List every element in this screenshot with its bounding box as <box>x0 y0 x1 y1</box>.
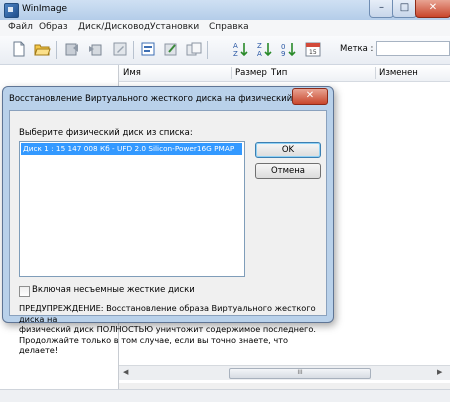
warning-line: физический диск ПОЛНОСТЬЮ уничтожит соде… <box>19 324 316 334</box>
dialog-body: Выберите физический диск из списка: Диск… <box>9 110 327 355</box>
scroll-left-icon[interactable]: ◀ <box>123 368 128 376</box>
column-name[interactable]: Имя <box>123 68 141 78</box>
maximize-button[interactable]: □ <box>392 0 417 18</box>
horizontal-scrollbar[interactable]: ◀ III ▶ <box>119 365 450 380</box>
label-caption: Метка : <box>340 44 374 54</box>
svg-text:Z: Z <box>257 42 262 50</box>
include-fixed-disks-label[interactable]: Включая несъемные жесткие диски <box>32 285 195 295</box>
menu-help[interactable]: Справка <box>209 22 249 32</box>
close-button[interactable]: ✕ <box>415 0 450 18</box>
minimize-button[interactable]: – <box>369 0 394 18</box>
column-size[interactable]: Размер <box>235 68 267 78</box>
include-fixed-disks-checkbox[interactable] <box>19 286 30 297</box>
dialog-title: Восстановление Виртуального жесткого дис… <box>9 94 315 104</box>
menu-image[interactable]: Образ <box>39 22 68 32</box>
delete-icon[interactable] <box>162 40 180 58</box>
svg-text:A: A <box>233 42 238 50</box>
dialog-close-button[interactable]: ✕ <box>292 88 328 105</box>
ok-button[interactable]: OK <box>255 142 321 158</box>
scroll-right-icon[interactable]: ▶ <box>437 368 442 376</box>
status-bar <box>0 389 450 402</box>
title-bar: WinImage – □ ✕ <box>0 0 450 21</box>
disk-list-item[interactable]: Диск 1 : 15 147 008 Кб - UFD 2.0 Silicon… <box>21 143 242 155</box>
column-type[interactable]: Тип <box>271 68 287 78</box>
sort-ascending-icon[interactable]: 09 <box>280 40 298 58</box>
svg-text:15: 15 <box>309 49 317 56</box>
extract-icon[interactable] <box>63 40 81 58</box>
app-icon <box>4 3 19 18</box>
inject-icon[interactable] <box>87 40 105 58</box>
svg-text:A: A <box>257 50 262 58</box>
warning-text: ПРЕДУПРЕЖДЕНИЕ: Восстановление образа Ви… <box>19 303 324 356</box>
open-folder-icon[interactable] <box>33 40 51 58</box>
sort-za-icon[interactable]: ZA <box>256 40 274 58</box>
copy-icon[interactable] <box>185 40 203 58</box>
scroll-thumb[interactable]: III <box>229 368 371 379</box>
menu-options[interactable]: Установки <box>150 22 199 32</box>
new-document-icon[interactable] <box>10 40 28 58</box>
warning-line: Продолжайте только в том случае, если вы… <box>19 334 289 356</box>
sort-az-icon[interactable]: AZ <box>232 40 250 58</box>
edit-icon[interactable] <box>111 40 129 58</box>
restore-vhd-dialog: Восстановление Виртуального жесткого дис… <box>2 86 334 355</box>
disk-prompt: Выберите физический диск из списка: <box>19 128 193 138</box>
cancel-button[interactable]: Отмена <box>255 163 321 179</box>
svg-text:9: 9 <box>281 50 285 58</box>
svg-text:Z: Z <box>233 50 238 58</box>
label-input[interactable] <box>376 41 450 56</box>
column-modified[interactable]: Изменен <box>379 68 418 78</box>
menu-bar: Файл Образ Диск/Дисковод Установки Справ… <box>0 20 450 37</box>
disk-listbox[interactable]: Диск 1 : 15 147 008 Кб - UFD 2.0 Silicon… <box>19 141 245 277</box>
window-title: WinImage <box>22 4 68 14</box>
warning-line: ПРЕДУПРЕЖДЕНИЕ: Восстановление образа Ви… <box>19 303 316 324</box>
toolbar: AZ ZA 09 15 Метка : <box>0 36 450 65</box>
menu-file[interactable]: Файл <box>8 22 33 32</box>
menu-disk[interactable]: Диск/Дисковод <box>78 22 150 32</box>
properties-icon[interactable] <box>139 40 157 58</box>
file-list-header: Имя Размер Тип Изменен <box>119 65 450 82</box>
calendar-icon[interactable]: 15 <box>304 40 322 58</box>
